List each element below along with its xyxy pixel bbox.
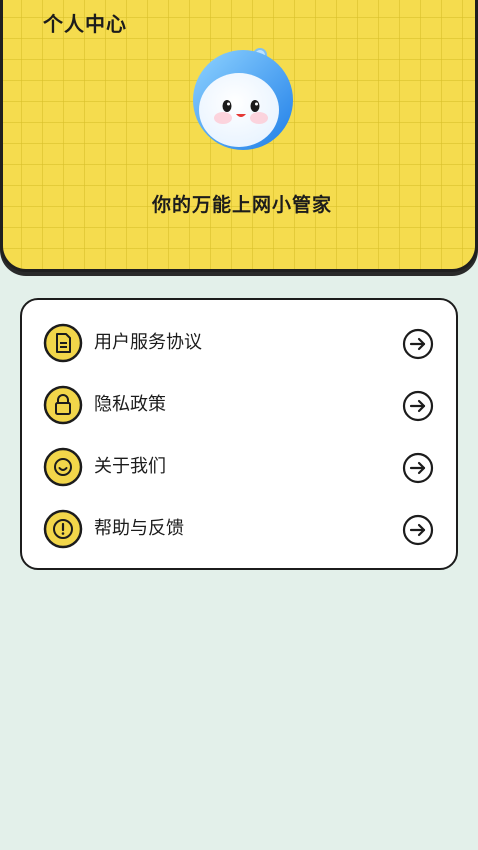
document-icon <box>43 323 83 363</box>
page-title: 个人中心 <box>43 12 127 36</box>
profile-header: 个人中心 你的万能上网小管家 <box>0 0 478 272</box>
exclamation-icon <box>43 509 83 549</box>
tagline: 你的万能上网小管家 <box>151 194 332 216</box>
menu-card: 用户服务协议 隐私政策 关于我们 帮助与反馈 <box>20 298 458 570</box>
arrow-right-circle-icon[interactable] <box>402 514 434 546</box>
arrow-right-circle-icon[interactable] <box>402 390 434 422</box>
arrow-right-circle-icon[interactable] <box>402 328 434 360</box>
menu-item-user-agreement[interactable]: 用户服务协议 <box>22 315 456 371</box>
menu-item-about-us[interactable]: 关于我们 <box>22 439 456 495</box>
menu-item-label: 关于我们 <box>94 456 166 477</box>
menu-item-label: 帮助与反馈 <box>94 518 184 539</box>
lock-icon <box>43 385 83 425</box>
menu-item-help-feedback[interactable]: 帮助与反馈 <box>22 501 456 557</box>
menu-item-label: 隐私政策 <box>94 394 166 415</box>
smiley-icon <box>43 447 83 487</box>
menu-item-label: 用户服务协议 <box>94 332 202 353</box>
arrow-right-circle-icon[interactable] <box>402 452 434 484</box>
menu-item-privacy-policy[interactable]: 隐私政策 <box>22 377 456 433</box>
robot-mascot-icon <box>193 48 293 150</box>
